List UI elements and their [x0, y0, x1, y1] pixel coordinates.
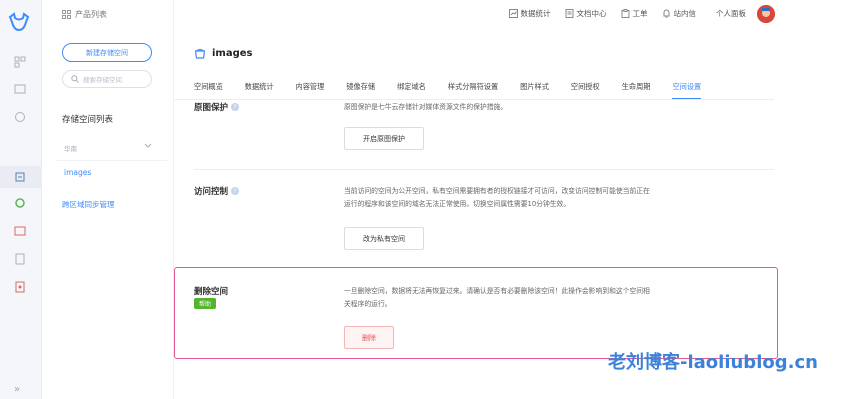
header-links: 数据统计 文档中心 工单 站内信 个人面板: [508, 8, 746, 19]
region-group-toggle[interactable]: 华南: [64, 143, 152, 153]
sidebar-item-images[interactable]: images: [64, 168, 91, 177]
tab-domain[interactable]: 绑定域名: [397, 82, 426, 100]
product-list-label: 产品列表: [75, 10, 107, 19]
billing-icon[interactable]: [13, 280, 27, 294]
access-control-desc-line2: 运行的程序和该空间的域名无法正常使用。切换空间属性需要10分钟生效。: [344, 200, 571, 208]
tab-mirror[interactable]: 镜像存储: [346, 82, 375, 100]
header-link-docs[interactable]: 文档中心: [565, 8, 607, 19]
ticket-icon: [621, 9, 629, 18]
search-placeholder: 搜索存储空间: [83, 76, 122, 84]
top-header: 数据统计 文档中心 工单 站内信 个人面板: [174, 0, 867, 30]
tab-content[interactable]: 内容管理: [296, 82, 325, 100]
tab-underline: [174, 99, 774, 100]
tab-auth[interactable]: 空间授权: [571, 82, 600, 100]
grid-icon: [62, 10, 71, 19]
new-bucket-button[interactable]: 新建存储空间: [62, 43, 152, 62]
media-icon[interactable]: [13, 196, 27, 210]
tab-separator[interactable]: 样式分隔符设置: [448, 82, 498, 100]
header-link-label: 文档中心: [576, 9, 607, 18]
search-icon: [71, 75, 79, 83]
bucket-sidebar: 产品列表 新建存储空间 搜索存储空间 存储空间列表 华南 images 跨区域同…: [42, 0, 174, 399]
kodo-icon[interactable]: [13, 170, 27, 184]
region-group-label: 华南: [64, 145, 77, 153]
access-control-desc: 当前访问的空间为公开空间，私有空间需要拥有者的授权链接才可访问，改变访问控制可能…: [344, 185, 734, 211]
bell-icon: [663, 9, 669, 18]
header-link-label: 站内信: [673, 9, 697, 18]
personal-panel-link[interactable]: 个人面板: [716, 8, 746, 19]
bucket-title-text: images: [212, 48, 253, 59]
cdn-icon[interactable]: [13, 82, 27, 96]
access-control-desc-line1: 当前访问的空间为公开空间，私有空间需要拥有者的授权链接才可访问，改变访问控制可能…: [344, 187, 650, 195]
origin-protect-desc: 原图保护是七牛云存储针对媒体资源文件的保护措施。: [344, 103, 508, 111]
tab-lifecycle[interactable]: 生命周期: [622, 82, 651, 100]
delete-space-title: 删除空间: [194, 287, 229, 297]
access-control-title-text: 访问控制: [194, 187, 229, 197]
help-badge[interactable]: 帮助: [194, 298, 217, 309]
delete-space-desc: 一旦删除空间，数据将无法再恢复过来。请确认是否有必要删除该空间！此操作会影响到和…: [344, 285, 734, 311]
access-control-title: 访问控制 ?: [194, 185, 240, 197]
log-icon[interactable]: [13, 252, 27, 266]
delete-space-desc-line2: 关程序的运行。: [344, 300, 392, 308]
qiniu-logo-icon[interactable]: [6, 10, 32, 36]
tab-stats[interactable]: 数据统计: [245, 82, 274, 100]
bucket-icon: [194, 48, 206, 59]
header-link-stats[interactable]: 数据统计: [508, 8, 551, 19]
doc-icon: [565, 9, 573, 18]
tab-overview[interactable]: 空间概览: [194, 82, 223, 100]
origin-protect-title-text: 原图保护: [194, 103, 229, 113]
storage-icon[interactable]: [13, 110, 27, 124]
overview-icon[interactable]: [13, 55, 27, 69]
collapse-sidebar-icon[interactable]: »: [14, 384, 20, 395]
icon-rail: »: [0, 0, 42, 399]
bucket-title: images: [194, 48, 253, 59]
sidebar-divider: [57, 160, 167, 161]
watermark-text: 老刘博客-laoliublog.cn: [608, 352, 818, 373]
cross-region-sync-link[interactable]: 跨区域同步管理: [62, 199, 115, 210]
header-link-label: 数据统计: [520, 9, 551, 18]
main-content: images 空间概览 数据统计 内容管理 镜像存储 绑定域名 样式分隔符设置 …: [174, 30, 796, 399]
origin-protect-title: 原图保护 ?: [194, 101, 240, 113]
section-divider: [194, 169, 774, 170]
delete-button[interactable]: 删除: [344, 326, 394, 349]
enable-origin-protect-button[interactable]: 开启原图保护: [344, 127, 424, 150]
user-avatar[interactable]: [757, 5, 775, 23]
header-link-messages[interactable]: 站内信: [662, 8, 697, 19]
personal-panel-label: 个人面板: [716, 9, 746, 18]
chart-icon: [508, 9, 518, 18]
bucket-list-title: 存储空间列表: [62, 115, 114, 125]
tab-settings[interactable]: 空间设置: [672, 82, 702, 100]
product-list-link[interactable]: 产品列表: [62, 9, 107, 20]
chevron-down-icon: [144, 143, 152, 148]
delete-space-desc-line1: 一旦删除空间，数据将无法再恢复过来。请确认是否有必要删除该空间！此操作会影响到和…: [344, 287, 650, 295]
tab-image-style[interactable]: 图片样式: [520, 82, 549, 100]
bucket-tabs: 空间概览 数据统计 内容管理 镜像存储 绑定域名 样式分隔符设置 图片样式 空间…: [194, 82, 723, 100]
header-link-ticket[interactable]: 工单: [621, 8, 648, 19]
header-link-label: 工单: [632, 9, 648, 18]
help-question-icon[interactable]: ?: [231, 187, 240, 195]
bucket-search-input[interactable]: 搜索存储空间: [62, 70, 152, 88]
app-root: » 产品列表 新建存储空间 搜索存储空间 存储空间列表 华南 images 跨区…: [0, 0, 867, 399]
help-question-icon[interactable]: ?: [231, 103, 240, 111]
monitor-icon[interactable]: [13, 224, 27, 238]
make-private-button[interactable]: 改为私有空间: [344, 227, 424, 250]
delete-space-section: 删除空间 帮助 一旦删除空间，数据将无法再恢复过来。请确认是否有必要删除该空间！…: [174, 267, 778, 359]
